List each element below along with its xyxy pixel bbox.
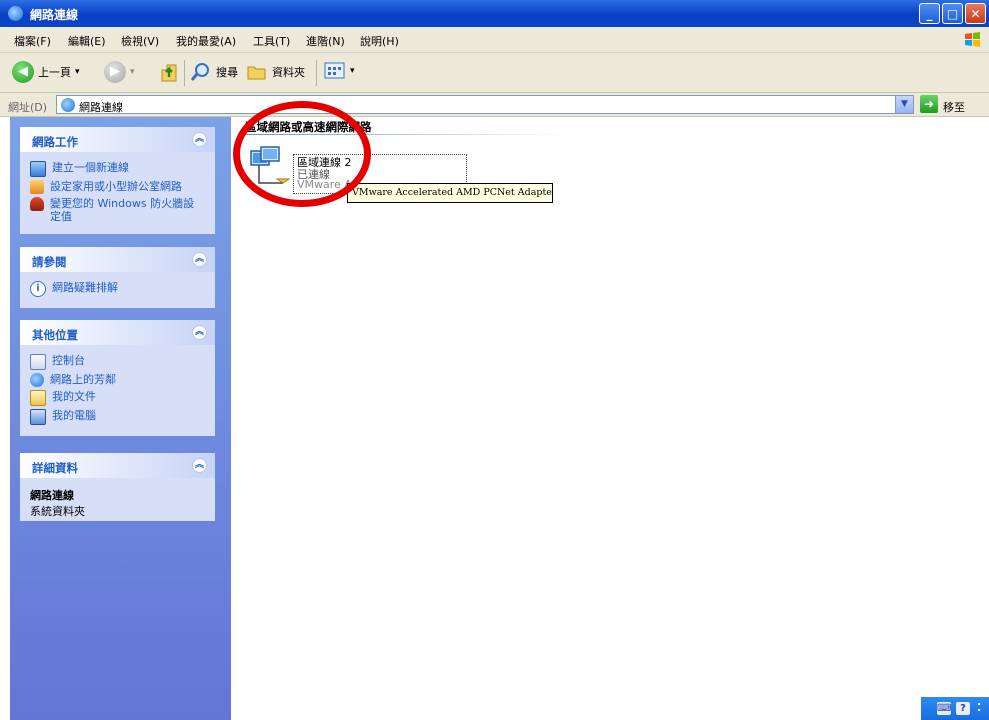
- task-home-network[interactable]: 設定家用或小型辦公室網路: [30, 180, 205, 194]
- collapse-icon[interactable]: ︽: [192, 252, 207, 267]
- menu-help[interactable]: 說明(H): [360, 33, 399, 49]
- new-connection-icon: [30, 161, 46, 177]
- toolbar-separator: [184, 60, 185, 86]
- back-button[interactable]: ◀ 上一頁 ▾: [12, 61, 80, 83]
- panel-see-also: 請參閱 ︽ i 網路疑難排解: [20, 247, 215, 308]
- lan-connection-icon[interactable]: [247, 145, 291, 191]
- task-pane: 網路工作 ︽ 建立一個新連線 設定家用或小型辦公室網路 變更您的 Windows…: [10, 117, 231, 720]
- link-label: 網路疑難排解: [52, 281, 118, 294]
- my-computer-icon: [30, 409, 46, 425]
- address-label: 網址(D): [8, 101, 48, 114]
- collapse-icon[interactable]: ︽: [192, 458, 207, 473]
- network-icon: [61, 98, 75, 112]
- group-divider: [245, 134, 565, 135]
- address-input[interactable]: 網路連線 ▼: [56, 95, 914, 114]
- content-area: 區域網路或高速網際網路 區域連線 2 已連線 VMware A VMware A…: [231, 117, 989, 720]
- place-label: 網路上的芳鄰: [50, 373, 116, 386]
- search-button[interactable]: 搜尋: [190, 61, 238, 83]
- group-header: 區域網路或高速網際網路: [245, 120, 372, 134]
- forward-arrow-icon: ▶: [104, 61, 126, 83]
- folders-label: 資料夾: [272, 66, 305, 79]
- keyboard-icon[interactable]: ⌨: [937, 702, 951, 715]
- address-value: 網路連線: [79, 101, 123, 114]
- menu-file[interactable]: 檔案(F): [14, 33, 51, 49]
- panel-header[interactable]: 網路工作 ︽: [20, 127, 215, 152]
- link-network-troubleshooter[interactable]: i 網路疑難排解: [30, 281, 205, 297]
- place-label: 我的電腦: [52, 409, 96, 422]
- my-documents-icon: [30, 390, 46, 406]
- device-tooltip: VMware Accelerated AMD PCNet Adapter: [347, 183, 553, 203]
- place-control-panel[interactable]: 控制台: [30, 354, 205, 370]
- system-tray: ⌨ ? ⁚: [921, 697, 989, 720]
- toolbar-separator: [316, 60, 317, 86]
- collapse-icon[interactable]: ︽: [192, 325, 207, 340]
- up-folder-button[interactable]: [158, 61, 180, 83]
- panel-network-tasks: 網路工作 ︽ 建立一個新連線 設定家用或小型辦公室網路 變更您的 Windows…: [20, 127, 215, 234]
- task-create-connection[interactable]: 建立一個新連線: [30, 161, 205, 177]
- details-type: 系統資料夾: [30, 505, 85, 518]
- info-icon: i: [30, 281, 46, 297]
- panel-other-places: 其他位置 ︽ 控制台 網路上的芳鄰 我的文件 我的電腦: [20, 320, 215, 436]
- search-icon: [190, 63, 209, 81]
- place-network-places[interactable]: 網路上的芳鄰: [30, 373, 205, 387]
- task-label: 變更您的 Windows 防火牆設定值: [50, 197, 195, 223]
- panel-header[interactable]: 詳細資料 ︽: [20, 453, 215, 478]
- network-icon: [8, 6, 23, 21]
- panel-title: 詳細資料: [32, 461, 78, 475]
- back-arrow-icon: ◀: [12, 61, 34, 83]
- menu-bar: 檔案(F) 編輯(E) 檢視(V) 我的最愛(A) 工具(T) 進階(N) 說明…: [0, 27, 989, 53]
- place-label: 我的文件: [52, 390, 96, 403]
- views-icon: [324, 62, 345, 79]
- folders-button[interactable]: 資料夾: [246, 61, 305, 83]
- panel-title: 其他位置: [32, 328, 78, 342]
- details-name: 網路連線: [30, 489, 74, 502]
- place-label: 控制台: [52, 354, 85, 367]
- task-firewall-settings[interactable]: 變更您的 Windows 防火牆設定值: [30, 197, 205, 223]
- close-button[interactable]: ✕: [965, 3, 986, 24]
- home-network-icon: [30, 180, 44, 194]
- connection-device: VMware A: [297, 178, 352, 191]
- place-my-documents[interactable]: 我的文件: [30, 390, 205, 406]
- toolbar: ◀ 上一頁 ▾ ▶ ▾ 搜尋 資料夾 ▾: [0, 53, 989, 93]
- task-label: 設定家用或小型辦公室網路: [50, 180, 182, 193]
- menu-view[interactable]: 檢視(V): [121, 33, 159, 49]
- folder-icon: [247, 66, 266, 80]
- tray-grip-icon: ⁚: [977, 701, 982, 714]
- forward-button[interactable]: ▶ ▾: [104, 61, 135, 83]
- views-button[interactable]: ▾: [324, 61, 355, 81]
- menu-advanced[interactable]: 進階(N): [306, 33, 345, 49]
- windows-logo-icon: [965, 32, 980, 47]
- place-my-computer[interactable]: 我的電腦: [30, 409, 205, 425]
- control-panel-icon: [30, 354, 46, 370]
- menu-tools[interactable]: 工具(T): [253, 33, 290, 49]
- task-label: 建立一個新連線: [52, 161, 129, 174]
- panel-header[interactable]: 其他位置 ︽: [20, 320, 215, 345]
- firewall-icon: [30, 197, 44, 211]
- panel-title: 請參閱: [32, 255, 67, 269]
- address-bar: 網址(D) 網路連線 ▼ ➜ 移至: [0, 93, 989, 117]
- minimize-button[interactable]: _: [919, 3, 940, 24]
- collapse-icon[interactable]: ︽: [192, 132, 207, 147]
- panel-header[interactable]: 請參閱 ︽: [20, 247, 215, 272]
- maximize-button[interactable]: □: [942, 3, 963, 24]
- title-bar: 網路連線 _ □ ✕: [0, 0, 989, 27]
- search-label: 搜尋: [216, 66, 238, 79]
- go-arrow-icon[interactable]: ➜: [920, 95, 938, 113]
- panel-title: 網路工作: [32, 135, 78, 149]
- go-button[interactable]: 移至: [943, 99, 965, 115]
- help-icon[interactable]: ?: [956, 702, 970, 715]
- network-places-icon: [30, 373, 44, 387]
- menu-favorites[interactable]: 我的最愛(A): [176, 33, 236, 49]
- menu-edit[interactable]: 編輯(E): [68, 33, 106, 49]
- up-folder-icon: [161, 64, 177, 82]
- panel-details: 詳細資料 ︽ 網路連線 系統資料夾: [20, 453, 215, 521]
- window-title: 網路連線: [30, 8, 79, 22]
- chevron-down-icon[interactable]: ▼: [895, 96, 913, 113]
- back-label: 上一頁: [38, 66, 71, 79]
